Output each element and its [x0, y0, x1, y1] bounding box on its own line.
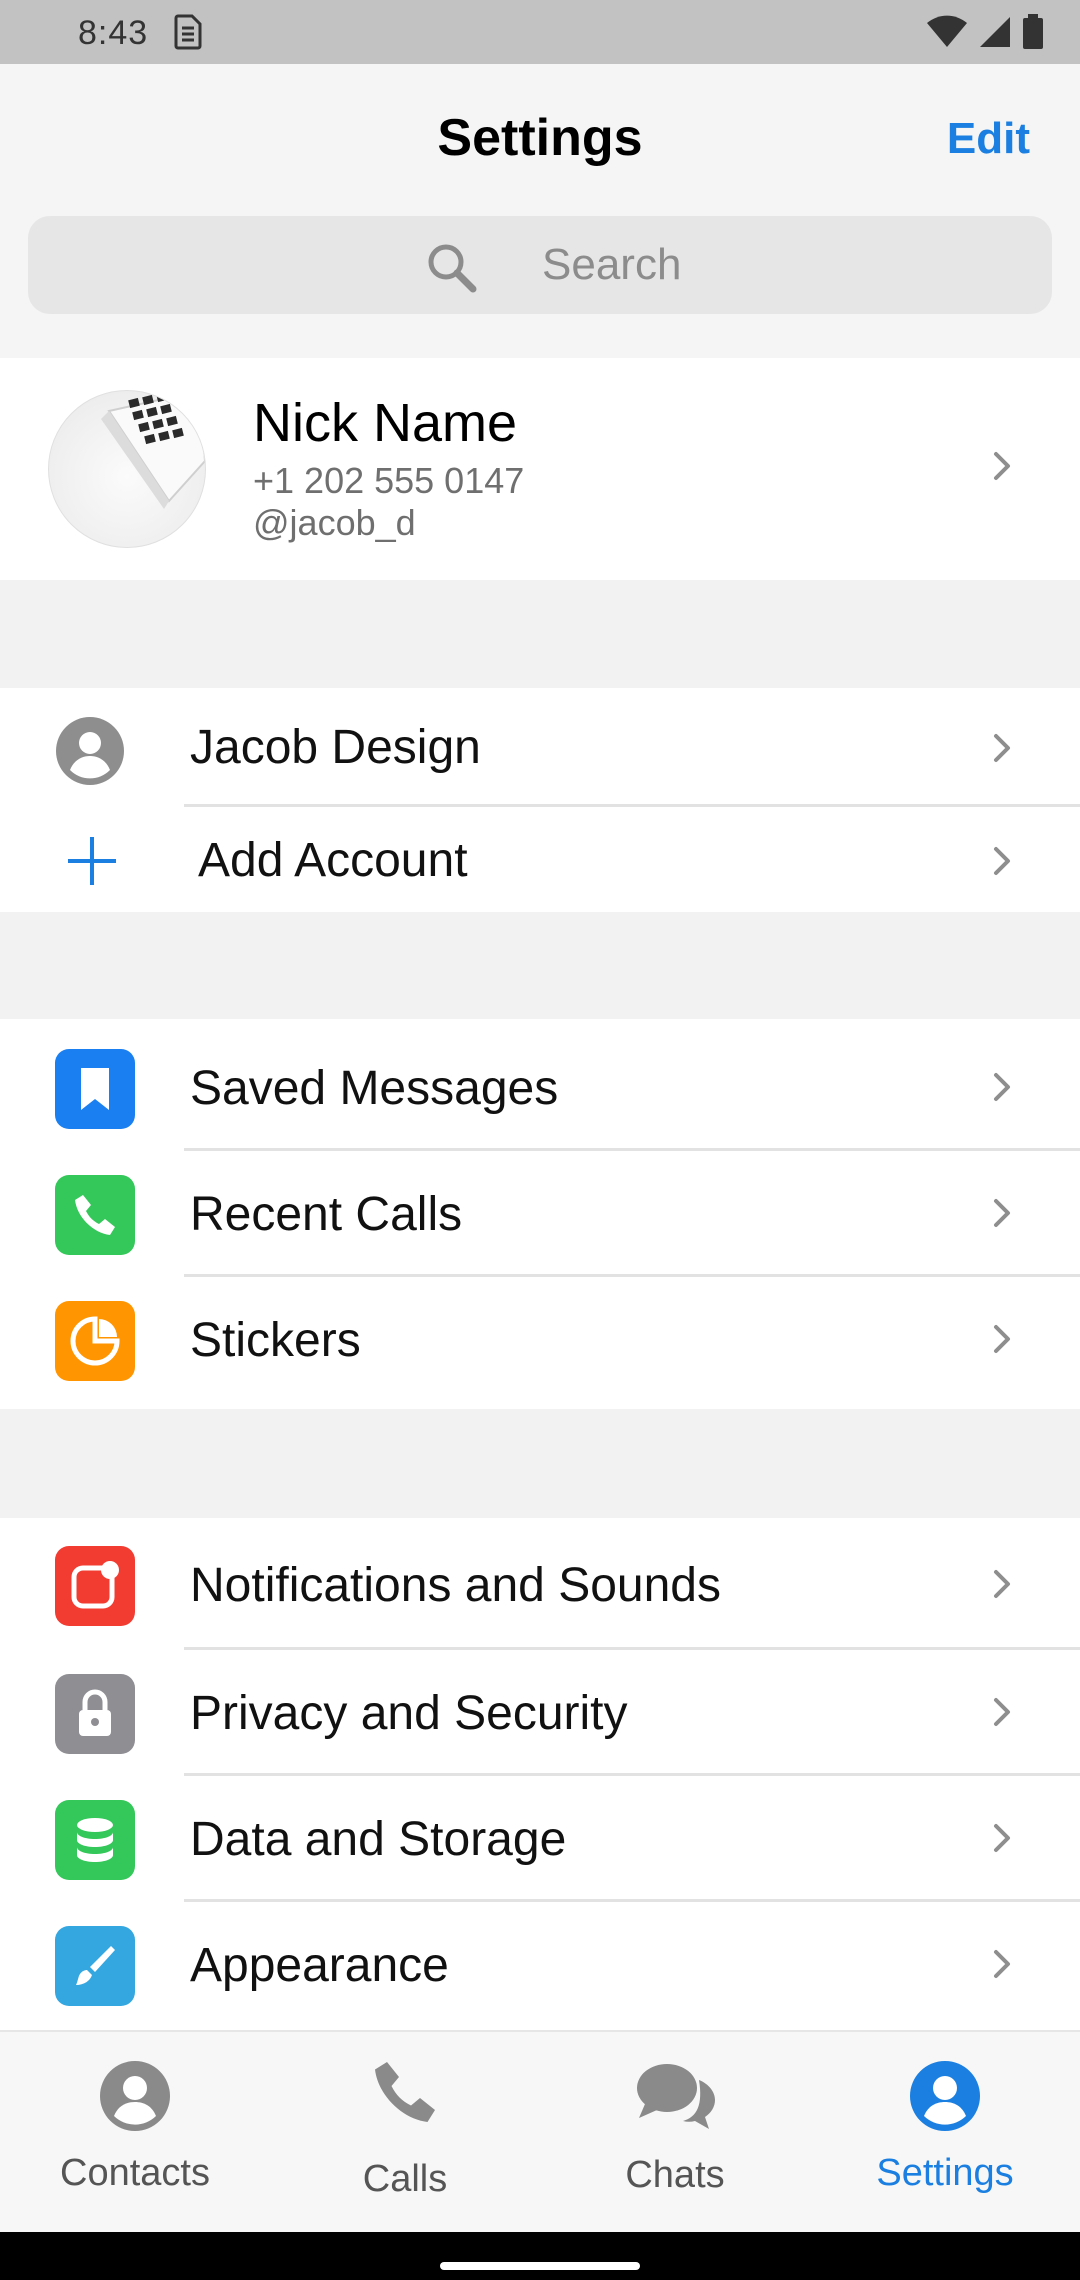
database-icon — [55, 1800, 135, 1880]
chevron-right-icon — [988, 841, 1016, 886]
menu-item-label: Privacy and Security — [190, 1687, 628, 1740]
profile-username: @jacob_d — [253, 502, 416, 543]
tab-calls[interactable]: Calls — [270, 2032, 540, 2234]
edit-button[interactable]: Edit — [947, 114, 1030, 164]
tab-label: Contacts — [60, 2152, 210, 2194]
cell-signal-icon — [978, 15, 1012, 54]
calls-icon — [270, 2056, 540, 2128]
chevron-right-icon — [988, 1319, 1016, 1364]
chevron-right-icon — [988, 446, 1016, 491]
sim-icon — [172, 14, 202, 55]
chevron-right-icon — [988, 1564, 1016, 1609]
search-bar[interactable]: Search — [28, 216, 1052, 314]
menu-item-label: Recent Calls — [190, 1188, 463, 1241]
profile-card[interactable]: Nick Name +1 202 555 0147 @jacob_d — [0, 358, 1080, 580]
menu-item-label: Stickers — [190, 1314, 361, 1367]
menu-item-saved-messages[interactable]: Saved Messages — [0, 1019, 1080, 1151]
lock-icon — [55, 1674, 135, 1754]
add-account-label: Add Account — [198, 834, 468, 887]
profile-phone: +1 202 555 0147 — [253, 460, 525, 501]
system-nav-bar — [0, 2232, 1080, 2280]
menu-item-notifications[interactable]: Notifications and Sounds — [0, 1518, 1080, 1650]
menu-item-data-storage[interactable]: Data and Storage — [0, 1776, 1080, 1902]
tab-contacts[interactable]: Contacts — [0, 2032, 270, 2234]
phone-icon — [55, 1175, 135, 1255]
add-account-button[interactable]: Add Account — [0, 807, 1080, 912]
chats-icon — [540, 2060, 810, 2132]
chevron-right-icon — [988, 1067, 1016, 1112]
tab-label: Chats — [625, 2154, 725, 2196]
battery-icon — [1022, 14, 1044, 55]
brush-icon — [55, 1926, 135, 2006]
account-circle-icon — [55, 716, 125, 791]
chevron-right-icon — [988, 1692, 1016, 1737]
wifi-icon — [926, 15, 968, 54]
contacts-icon — [0, 2060, 270, 2132]
features-section: Saved Messages Recent Calls Stickers — [0, 1019, 1080, 1409]
chevron-right-icon — [988, 1944, 1016, 1989]
search-placeholder: Search — [542, 240, 682, 289]
tab-chats[interactable]: Chats — [540, 2032, 810, 2234]
notification-icon — [55, 1546, 135, 1626]
plus-icon — [64, 833, 120, 894]
settings-icon — [810, 2060, 1080, 2132]
status-bar: 8:43 — [0, 0, 1080, 64]
status-time: 8:43 — [78, 14, 149, 52]
tab-bar: Contacts Calls Chats Settings — [0, 2030, 1080, 2234]
menu-item-stickers[interactable]: Stickers — [0, 1277, 1080, 1409]
menu-item-privacy[interactable]: Privacy and Security — [0, 1650, 1080, 1776]
tab-label: Calls — [362, 2158, 448, 2200]
menu-item-label: Data and Storage — [190, 1813, 567, 1866]
menu-item-label: Saved Messages — [190, 1062, 559, 1115]
account-item-jacob-design[interactable]: Jacob Design — [0, 688, 1080, 807]
accounts-section: Jacob Design Add Account — [0, 688, 1080, 912]
bookmark-icon — [55, 1049, 135, 1129]
settings-section: Notifications and Sounds Privacy and Sec… — [0, 1518, 1080, 2030]
home-indicator[interactable] — [440, 2262, 640, 2270]
menu-item-recent-calls[interactable]: Recent Calls — [0, 1151, 1080, 1277]
menu-item-label: Notifications and Sounds — [190, 1559, 721, 1612]
chevron-right-icon — [988, 1193, 1016, 1238]
tab-settings[interactable]: Settings — [810, 2032, 1080, 2234]
account-label: Jacob Design — [190, 721, 481, 774]
page-title: Settings — [437, 109, 643, 167]
tab-label: Settings — [876, 2152, 1014, 2194]
search-icon — [424, 240, 480, 301]
chevron-right-icon — [988, 1818, 1016, 1863]
menu-item-appearance[interactable]: Appearance — [0, 1902, 1080, 2030]
header: Settings Edit Search — [0, 64, 1080, 358]
avatar — [48, 390, 206, 548]
menu-item-label: Appearance — [190, 1939, 449, 1992]
sticker-icon — [55, 1301, 135, 1381]
chevron-right-icon — [988, 728, 1016, 773]
profile-name: Nick Name — [253, 393, 518, 453]
